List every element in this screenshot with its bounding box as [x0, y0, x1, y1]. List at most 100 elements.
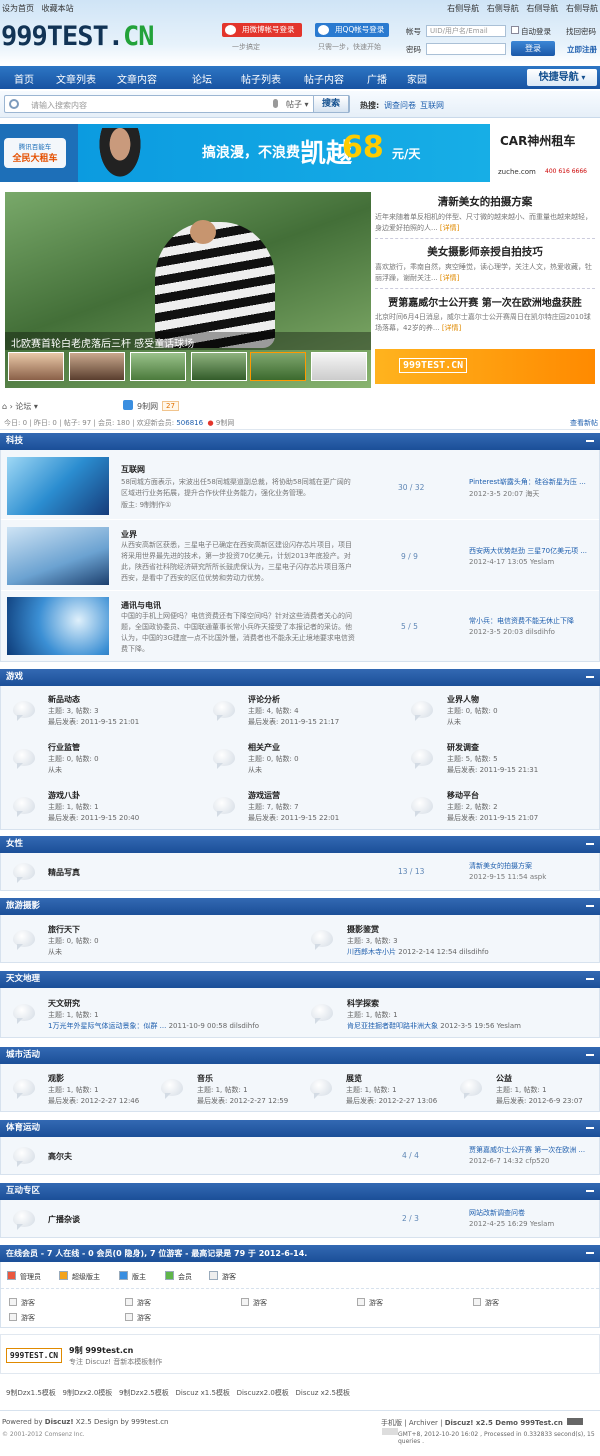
- last-post-link[interactable]: 川西郎木寺小片: [347, 948, 396, 956]
- section-header-tech[interactable]: 科技: [0, 433, 600, 450]
- set-homepage-link[interactable]: 设为首页: [2, 4, 34, 13]
- forum-name-music[interactable]: 音乐: [197, 1073, 213, 1084]
- forum-name-photos[interactable]: 精品写真: [48, 867, 80, 878]
- news-more-3[interactable]: [详情]: [442, 324, 461, 332]
- forum-name-broadcast-talk[interactable]: 广播杂谈: [48, 1214, 80, 1225]
- discuz-link[interactable]: Discuz!: [45, 1418, 74, 1426]
- weibo-link[interactable]: 9制网: [216, 419, 234, 427]
- search-input[interactable]: 请输入搜索内容: [31, 100, 87, 111]
- slide-thumb-1[interactable]: [8, 352, 64, 381]
- forum-name-related[interactable]: 相关产业: [248, 742, 280, 753]
- forum-name-movies[interactable]: 观影: [48, 1073, 64, 1084]
- news-title-1[interactable]: 清新美女的拍摄方案: [375, 194, 595, 209]
- forum-name-charity[interactable]: 公益: [496, 1073, 512, 1084]
- forum-name-golf[interactable]: 高尔夫: [48, 1151, 72, 1162]
- last-post-link[interactable]: 网站改新调查问卷: [469, 1208, 525, 1218]
- friend-link-4[interactable]: Discuz x1.5模板: [175, 1389, 229, 1397]
- right-nav-link-3[interactable]: 右侧导航: [526, 4, 558, 13]
- section-header-city[interactable]: 城市活动: [0, 1047, 600, 1064]
- nav-thread-list[interactable]: 帖子列表: [241, 71, 281, 86]
- right-nav-link-2[interactable]: 右侧导航: [487, 4, 519, 13]
- crumb-forum[interactable]: 论坛: [15, 402, 31, 411]
- collapse-icon[interactable]: [586, 1127, 594, 1129]
- forum-name-photography[interactable]: 摄影鉴赏: [347, 924, 379, 935]
- forum-name-research[interactable]: 研发调查: [447, 742, 479, 753]
- last-post-link[interactable]: 西安两大优势赵劲 三星70亿美元项 ...: [469, 546, 587, 556]
- last-post-link[interactable]: 清新美女的拍摄方案: [469, 861, 532, 871]
- collapse-icon[interactable]: [586, 905, 594, 907]
- password-input[interactable]: [426, 43, 506, 55]
- archiver-link[interactable]: Archiver: [409, 1419, 438, 1427]
- last-post-link[interactable]: 1万光年外星际气体运动景象：似群 ...: [48, 1022, 166, 1030]
- forum-name-travel[interactable]: 旅行天下: [48, 924, 80, 935]
- collapse-icon[interactable]: [586, 978, 594, 980]
- news-title-3[interactable]: 贾第嘉威尔士公开赛 第一次在欧洲地盘获胜: [375, 294, 595, 309]
- slide-thumb-6[interactable]: [311, 352, 367, 381]
- hot-search-link-1[interactable]: 调查问卷: [384, 100, 416, 111]
- friend-link-5[interactable]: Discuzx2.0模板: [237, 1389, 289, 1397]
- login-button[interactable]: 登录: [511, 41, 555, 56]
- stats-badge[interactable]: [382, 1428, 398, 1435]
- nav-home-space[interactable]: 家园: [407, 71, 427, 86]
- account-input[interactable]: UID/用户名/Email: [426, 25, 506, 37]
- collapse-icon[interactable]: [586, 1054, 594, 1056]
- last-post-link[interactable]: Pinterest崭露头角：硅谷新星为压 ...: [469, 477, 586, 487]
- forum-name-science[interactable]: 科学探索: [347, 998, 379, 1009]
- forum-name-internet[interactable]: 互联网: [121, 464, 145, 475]
- slide-thumb-3[interactable]: [130, 352, 186, 381]
- news-more-2[interactable]: [详情]: [440, 274, 459, 282]
- forgot-password-link[interactable]: 找回密码: [566, 26, 596, 37]
- forum-name-people[interactable]: 业界人物: [447, 694, 479, 705]
- hot-search-link-2[interactable]: 互联网: [420, 100, 444, 111]
- slide-thumb-2[interactable]: [69, 352, 125, 381]
- search-type-select[interactable]: 帖子 ▾: [286, 99, 309, 110]
- search-button[interactable]: 搜索: [313, 95, 349, 113]
- nav-thread-content[interactable]: 帖子内容: [304, 71, 344, 86]
- forum-thumb-internet[interactable]: [7, 457, 109, 515]
- qq-login-button[interactable]: 用QQ帐号登录: [315, 23, 389, 37]
- news-title-2[interactable]: 美女摄影师亲授自拍技巧: [375, 244, 595, 259]
- slide-thumb-4[interactable]: [191, 352, 247, 381]
- forum-thumb-telecom[interactable]: [7, 597, 109, 655]
- section-header-travel[interactable]: 旅游摄影: [0, 898, 600, 915]
- collapse-icon[interactable]: [586, 440, 594, 442]
- nav-home[interactable]: 首页: [14, 71, 34, 86]
- forum-name-mobile[interactable]: 移动平台: [447, 790, 479, 801]
- collapse-icon[interactable]: [586, 1252, 594, 1254]
- forum-name-telecom[interactable]: 通讯与电讯: [121, 600, 161, 611]
- mobile-link[interactable]: 手机版: [381, 1419, 402, 1427]
- slide-caption[interactable]: 北欧赛首轮白老虎落后三杆 感受童话球场: [11, 335, 194, 350]
- friend-link-2[interactable]: 9制Dzx2.0模板: [62, 1389, 112, 1397]
- section-header-interactive[interactable]: 互动专区: [0, 1183, 600, 1200]
- demo-link[interactable]: Discuz! x2.5 Demo 999Test.cn: [445, 1419, 563, 1427]
- collapse-icon[interactable]: [586, 1190, 594, 1192]
- bookmark-link[interactable]: 收藏本站: [42, 4, 74, 13]
- footer-logo-name[interactable]: 9制 999test.cn: [69, 1345, 133, 1356]
- section-header-astro[interactable]: 天文地理: [0, 971, 600, 988]
- collapse-icon[interactable]: [586, 843, 594, 845]
- weibo-login-button[interactable]: 用微博帐号登录: [222, 23, 302, 37]
- right-nav-link-1[interactable]: 右侧导航: [447, 4, 479, 13]
- last-post-link[interactable]: 肯尼亚挂掘者鞋叩路非洲大象: [347, 1022, 438, 1030]
- collapse-icon[interactable]: [586, 676, 594, 678]
- featured-slideshow[interactable]: 北欧赛首轮白老虎落后三杆 感受童话球场: [5, 192, 371, 388]
- forum-name-regulation[interactable]: 行业监管: [48, 742, 80, 753]
- new-member-link[interactable]: 506816: [176, 419, 203, 427]
- home-icon[interactable]: ⌂: [2, 402, 7, 411]
- site-logo[interactable]: 999TEST.CN: [1, 21, 155, 52]
- register-link[interactable]: 立即注册: [567, 44, 597, 55]
- nav-broadcast[interactable]: 广播: [367, 71, 387, 86]
- view-new-posts-link[interactable]: 查看新帖: [570, 416, 598, 430]
- last-post-link[interactable]: 贾第嘉威尔士公开赛 第一次在欧洲 ...: [469, 1145, 585, 1155]
- cnzz-badge[interactable]: [567, 1418, 584, 1425]
- forum-name-new-products[interactable]: 新品动态: [48, 694, 80, 705]
- ad-banner[interactable]: 腾讯百能车 全民大租车 搞浪漫，不浪费 凯越 68 元/天 CAR神州租车 zu…: [0, 124, 600, 182]
- slide-thumb-5[interactable]: [250, 352, 306, 381]
- footer-logo[interactable]: 999TEST.CN: [6, 1348, 62, 1363]
- section-header-sports[interactable]: 体育运动: [0, 1120, 600, 1137]
- forum-name-astronomy[interactable]: 天文研究: [48, 998, 80, 1009]
- friend-link-1[interactable]: 9制Dzx1.5模板: [6, 1389, 56, 1397]
- section-header-women[interactable]: 女性: [0, 836, 600, 853]
- auto-login-checkbox[interactable]: [511, 26, 519, 34]
- quick-nav-button[interactable]: 快捷导航 ▾: [527, 69, 597, 86]
